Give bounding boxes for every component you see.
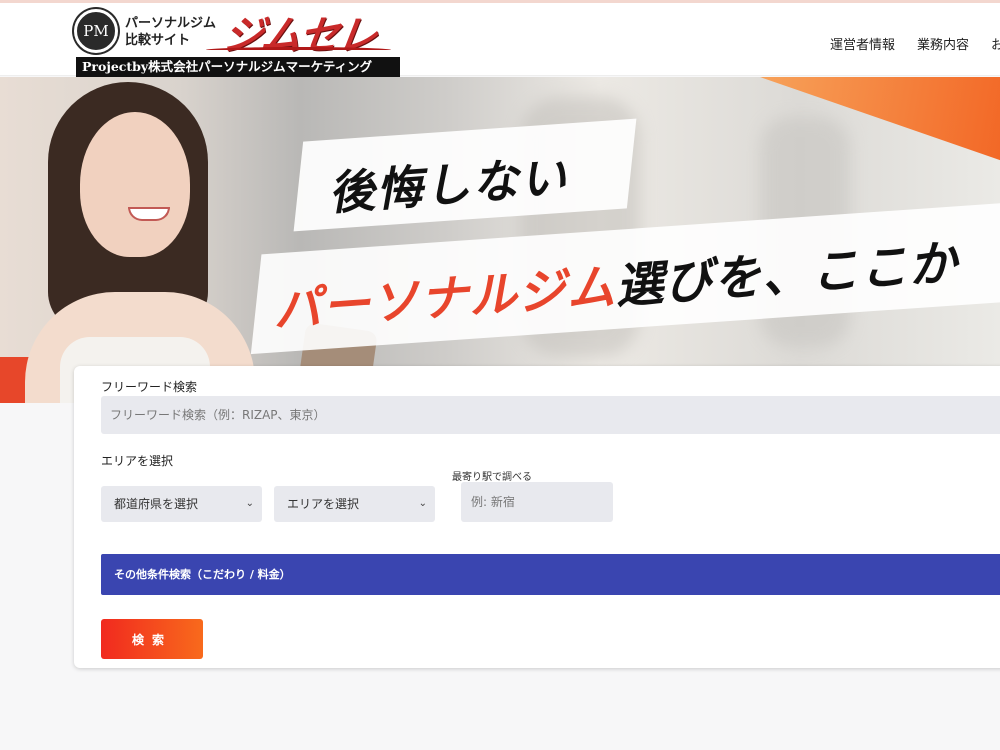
main-nav: 運営者情報 業務内容 お [830,34,1000,53]
search-button[interactable]: 検索 [101,619,203,659]
more-conditions-button[interactable]: その他条件検索（こだわり / 料金） [101,554,1000,595]
freeword-label: フリーワード検索 [101,380,198,394]
area-select-value: エリアを選択 [287,497,360,511]
hero-model-image [20,77,260,403]
freeword-search-input[interactable] [101,396,1000,434]
nav-services[interactable]: 業務内容 [917,34,969,53]
prefecture-select[interactable]: 都道府県を選択 ⌄ [101,486,262,522]
logo-subtitle: パーソナルジム 比較サイト [125,16,217,48]
area-label: エリアを選択 [101,454,174,468]
prefecture-select-value: 都道府県を選択 [114,497,199,511]
site-header: PM パーソナルジム 比較サイト ジムセレ Projectby株式会社パーソナル… [0,3,1000,77]
logo-emblem-icon: PM [74,9,118,53]
site-logo[interactable]: PM パーソナルジム 比較サイト ジムセレ Projectby株式会社パーソナル… [74,7,400,77]
chevron-down-icon: ⌄ [418,498,427,509]
chevron-down-icon: ⌄ [245,498,254,509]
station-search-input[interactable] [461,482,613,522]
logo-swoosh [206,47,391,53]
station-label: 最寄り駅で調べる [452,472,532,483]
search-panel: フリーワード検索 エリアを選択 都道府県を選択 ⌄ エリアを選択 ⌄ 最寄り駅で… [74,366,1000,668]
nav-contact[interactable]: お [991,34,1000,53]
area-select[interactable]: エリアを選択 ⌄ [274,486,435,522]
logo-company-bar: Projectby株式会社パーソナルジムマーケティング [76,57,400,77]
nav-operator-info[interactable]: 運営者情報 [830,34,895,53]
hero-banner: 後悔しない パーソナルジム選びを、ここか [0,77,1000,403]
